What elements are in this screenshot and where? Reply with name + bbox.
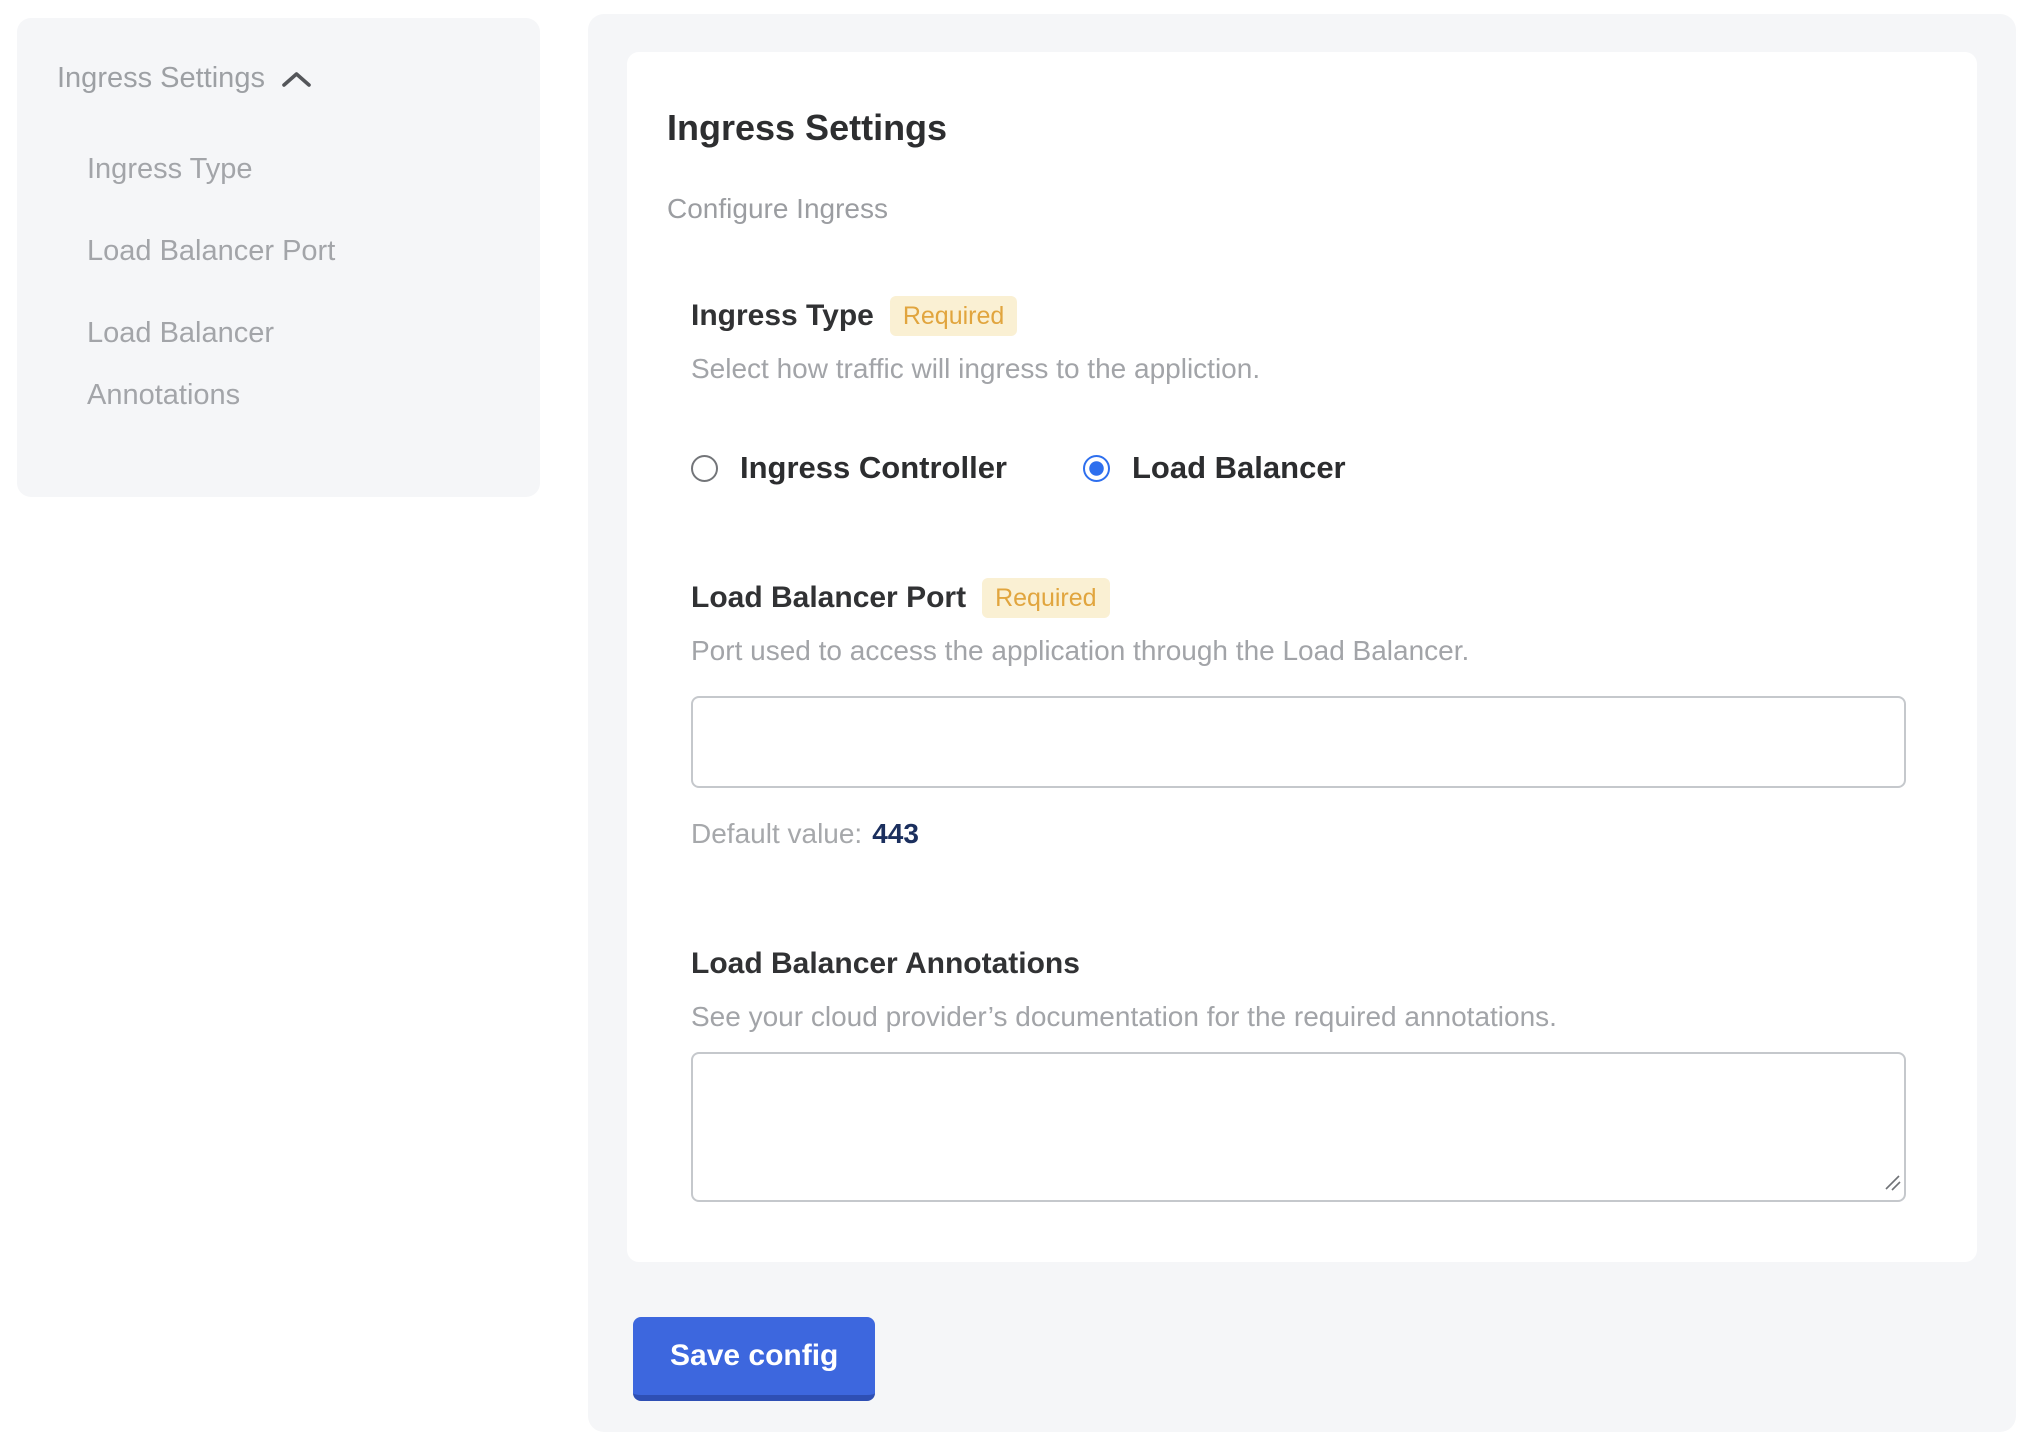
group-label-ingress-type: Ingress Type [691, 299, 874, 333]
group-label-row: Load Balancer Port Required [691, 578, 1913, 618]
page-subtitle: Configure Ingress [667, 192, 1913, 226]
required-badge: Required [890, 296, 1017, 336]
config-group-load-balancer-annotations: Load Balancer Annotations See your cloud… [691, 944, 1913, 1202]
sidebar-group-toggle[interactable]: Ingress Settings [57, 58, 510, 98]
config-group-load-balancer-port: Load Balancer Port Required Port used to… [691, 578, 1913, 850]
group-label-load-balancer-port: Load Balancer Port [691, 581, 966, 615]
group-help-ingress-type: Select how traffic will ingress to the a… [691, 350, 1913, 388]
group-label-load-balancer-annotations: Load Balancer Annotations [691, 947, 1080, 981]
default-value: 443 [872, 818, 919, 849]
radio-label-load-balancer: Load Balancer [1132, 450, 1346, 486]
radio-ingress-controller[interactable] [691, 455, 718, 482]
default-value-label: Default value: [691, 818, 862, 849]
radio-load-balancer[interactable] [1083, 455, 1110, 482]
group-help-load-balancer-port: Port used to access the application thro… [691, 632, 1913, 670]
radio-label-ingress-controller: Ingress Controller [740, 450, 1007, 486]
group-label-row: Ingress Type Required [691, 296, 1913, 336]
textarea-wrap [691, 1052, 1906, 1202]
config-card: Ingress Settings Configure Ingress Ingre… [627, 52, 1977, 1262]
config-group-ingress-type: Ingress Type Required Select how traffic… [691, 296, 1913, 486]
chevron-up-icon [281, 67, 312, 89]
group-label-row: Load Balancer Annotations [691, 944, 1913, 984]
main-panel: Ingress Settings Configure Ingress Ingre… [588, 14, 2016, 1432]
required-badge: Required [982, 578, 1109, 618]
save-config-button[interactable]: Save config [633, 1317, 875, 1401]
sidebar-item-load-balancer-port[interactable]: Load Balancer Port [87, 220, 432, 282]
load-balancer-port-input[interactable] [691, 696, 1906, 788]
radio-option-load-balancer[interactable]: Load Balancer [1083, 450, 1346, 486]
sidebar-group-label: Ingress Settings [57, 58, 265, 98]
load-balancer-annotations-textarea[interactable] [691, 1052, 1906, 1202]
page-title: Ingress Settings [667, 108, 1913, 148]
sidebar-nav: Ingress Type Load Balancer Port Load Bal… [87, 138, 510, 426]
sidebar-item-load-balancer-annotations[interactable]: Load Balancer Annotations [87, 302, 432, 426]
group-help-load-balancer-annotations: See your cloud provider’s documentation … [691, 998, 1913, 1036]
sidebar-item-ingress-type[interactable]: Ingress Type [87, 138, 432, 200]
sidebar: Ingress Settings Ingress Type Load Balan… [17, 18, 540, 497]
ingress-type-radio-group: Ingress Controller Load Balancer [691, 450, 1913, 486]
config-groups: Ingress Type Required Select how traffic… [691, 296, 1913, 1202]
radio-option-ingress-controller[interactable]: Ingress Controller [691, 450, 1007, 486]
resize-handle-icon[interactable] [1884, 1174, 1902, 1197]
default-value-line: Default value: 443 [691, 818, 1913, 850]
